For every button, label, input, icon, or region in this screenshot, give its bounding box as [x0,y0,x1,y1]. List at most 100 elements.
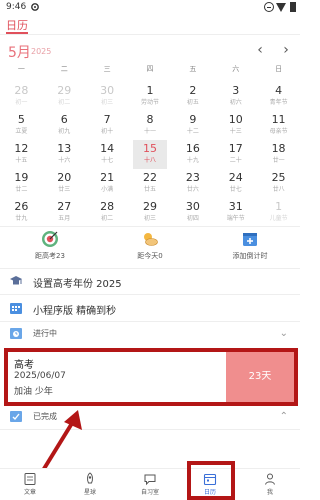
day-number: 29 [57,84,72,97]
day-number: 15 [142,142,157,155]
nav-label: 我 [266,489,273,496]
countdown-card-gaokao[interactable]: 高考 2025/06/07 加油 少年 23天 [4,348,298,406]
day-number: 1 [275,200,283,213]
lunar-date: 青年节 [269,99,288,106]
nav-item-me[interactable]: 我 [240,469,300,500]
lunar-date: 十三 [229,128,242,135]
calendar-day[interactable]: 24 廿七 [214,169,257,198]
calendar-day[interactable]: 12 十五 [0,140,43,169]
prev-month-button[interactable]: ‹ [253,42,267,58]
calendar-check-icon [10,411,22,422]
exam-countdown-tool[interactable]: 距高考23 [0,228,100,266]
lunar-date: 母亲节 [269,128,288,135]
calendar-day[interactable]: 28 初二 [86,198,129,227]
day-number: 8 [146,113,154,126]
exam-year-row[interactable]: 设置高考年份 2025 [0,270,300,294]
lunar-date: 廿七 [229,186,242,193]
calendar-day[interactable]: 22 廿五 [129,169,172,198]
calendar-grid: 28 初一 29 初二 30 初三 1 劳动节 2 初五 3 初六 4 青年节 5 立夏 6 初九 7 初十 8 十一 9 十… [0,82,300,227]
mini-program-row[interactable]: 小程序版 精确到秒 [0,297,300,321]
lunar-date: 廿九 [15,215,28,222]
calendar-day[interactable]: 10 十三 [214,111,257,140]
day-number: 29 [142,200,157,213]
calendar-day[interactable]: 28 初一 [0,82,43,111]
tab-calendar[interactable]: 日历 [6,14,28,34]
weekday-label: 二 [60,65,68,73]
calendar-day[interactable]: 26 廿九 [0,198,43,227]
calendar-day[interactable]: 21 小满 [86,169,129,198]
chat-bubble-icon [144,474,156,486]
lunar-date: 十二 [186,128,199,135]
calendar-day[interactable]: 9 十二 [171,111,214,140]
calendar-day[interactable]: 11 母亲节 [257,111,300,140]
lunar-date: 廿五 [143,186,156,193]
mini-program-label: 小程序版 精确到秒 [33,306,117,317]
do-not-disturb-icon [264,2,274,12]
day-number: 14 [100,142,115,155]
nav-item-study-room[interactable]: 自习室 [120,469,180,500]
calendar-day[interactable]: 17 二十 [214,140,257,169]
lunar-date: 初五 [186,99,199,106]
next-month-button[interactable]: › [279,42,293,58]
lunar-date: 初六 [229,99,242,106]
lunar-date: 初三 [101,99,114,106]
calendar-day[interactable]: 18 廿一 [257,140,300,169]
calendar-day[interactable]: 13 十六 [43,140,86,169]
chevron-up-icon: ⌃ [279,411,288,422]
graduation-cap-icon [10,276,22,285]
calendar-day-today[interactable]: 15 十八 [132,140,168,169]
lunar-date: 初九 [58,128,71,135]
calendar-day[interactable]: 31 端午节 [214,198,257,227]
nav-item-article[interactable]: 文章 [0,469,60,500]
in-progress-section[interactable]: 进行中 ⌄ [0,322,300,346]
top-divider [0,34,300,35]
today-countdown-tool[interactable]: 距今天0 [100,228,200,266]
calendar-day[interactable]: 27 五月 [43,198,86,227]
nav-item-planet[interactable]: 星球 [60,469,120,500]
calendar-day[interactable]: 6 初九 [43,111,86,140]
add-countdown-tool[interactable]: 添加倒计时 [200,228,300,266]
day-number: 24 [228,171,243,184]
nav-label: 文章 [23,489,36,496]
battery-icon [290,2,296,12]
calendar-day[interactable]: 7 初十 [86,111,129,140]
calendar-day[interactable]: 29 初二 [43,82,86,111]
calendar-day[interactable]: 29 初三 [129,198,172,227]
annotation-arrow-icon [40,410,82,474]
countdown-note: 加油 少年 [14,387,53,397]
day-number: 30 [100,84,115,97]
calendar-add-icon [243,233,257,246]
tools-divider-top [0,226,300,227]
lunar-date: 立夏 [15,128,28,135]
calendar-day[interactable]: 25 廿八 [257,169,300,198]
calendar-day[interactable]: 30 初三 [86,82,129,111]
lunar-date: 小满 [101,186,114,193]
calendar-day[interactable]: 30 初四 [171,198,214,227]
status-bar: 9:46 [0,0,300,14]
lunar-date: 儿童节 [269,215,288,222]
calendar-day[interactable]: 4 青年节 [257,82,300,111]
calendar-day[interactable]: 19 廿二 [0,169,43,198]
lunar-date: 十七 [101,157,114,164]
day-number: 30 [185,200,200,213]
lunar-date: 初十 [101,128,114,135]
calendar-day[interactable]: 14 十七 [86,140,129,169]
calendar-day[interactable]: 8 十一 [129,111,172,140]
tool-label: 添加倒计时 [232,252,268,260]
wifi-icon [276,3,286,12]
calendar-day[interactable]: 2 初五 [171,82,214,111]
lunar-date: 五月 [58,215,71,222]
calendar-day[interactable]: 16 十九 [171,140,214,169]
article-icon [24,473,36,485]
day-number: 21 [100,171,115,184]
countdown-date: 2025/06/07 [14,371,66,381]
calendar-day[interactable]: 1 劳动节 [129,82,172,111]
calendar-day[interactable]: 1 儿童节 [257,198,300,227]
rocket-icon [87,472,93,484]
calendar-day[interactable]: 23 廿六 [171,169,214,198]
day-number: 20 [57,171,72,184]
lunar-date: 初一 [15,99,28,106]
calendar-day[interactable]: 3 初六 [214,82,257,111]
calendar-day[interactable]: 20 廿三 [43,169,86,198]
calendar-day[interactable]: 5 立夏 [0,111,43,140]
